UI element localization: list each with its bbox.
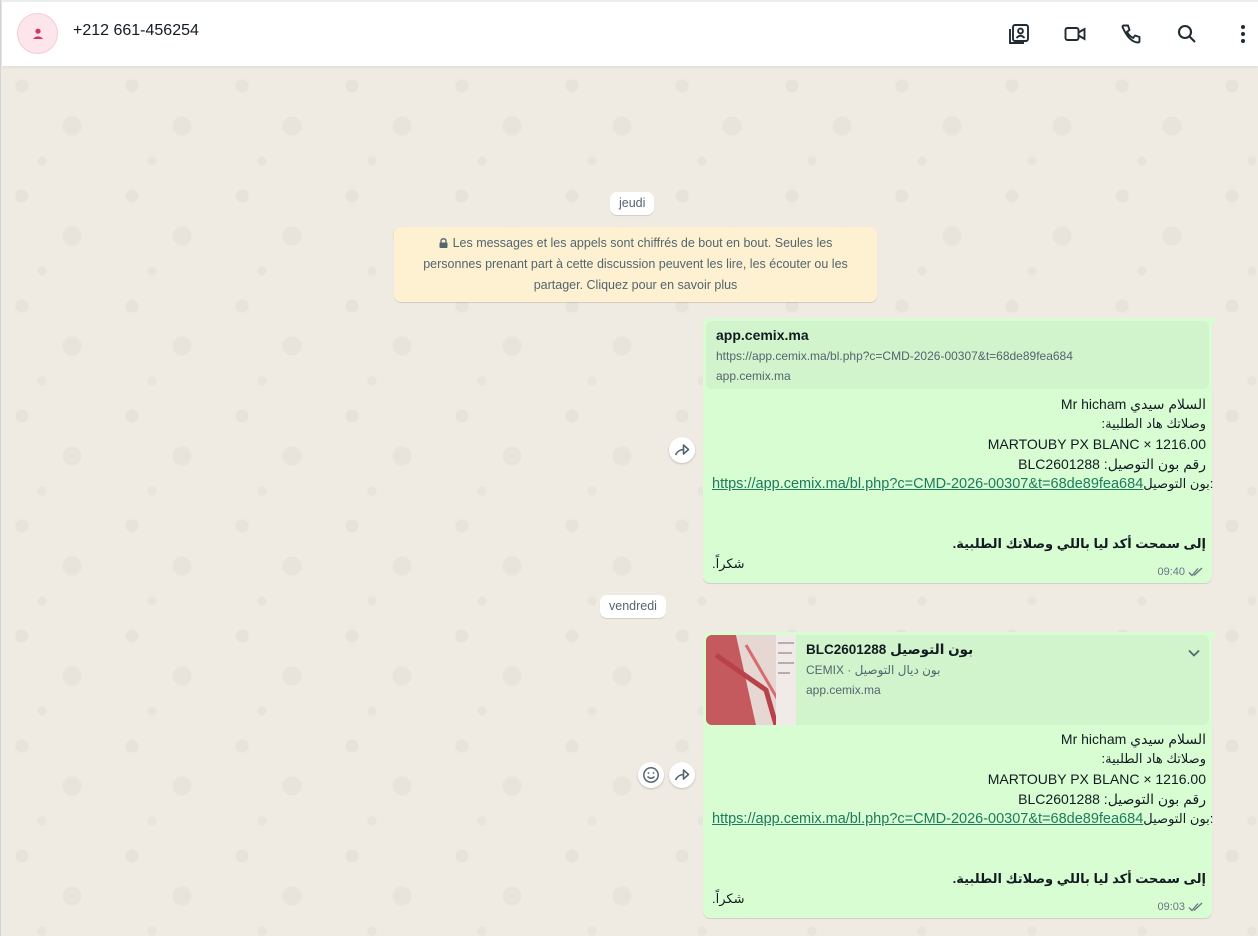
link-preview-domain: app.cemix.ma — [716, 369, 791, 383]
message-meta: 09:40 — [1157, 566, 1204, 578]
message-meta: 09:03 — [1157, 901, 1204, 913]
message-line-greeting: السلام سيدي Mr hicham — [1060, 731, 1206, 747]
link-preview-thumbnail — [706, 635, 796, 725]
link-preview-url: https://app.cemix.ma/bl.php?c=CMD-2026-0… — [716, 349, 1073, 363]
forward-icon — [674, 769, 690, 781]
message-line-thanks: شكراً. — [712, 891, 745, 906]
video-call-icon[interactable] — [1062, 21, 1088, 47]
lock-icon — [439, 234, 448, 248]
double-check-icon — [1188, 567, 1203, 577]
message-line-confirm: إلى سمحت أكد ليا باللي وصلاتك الطلبية. — [952, 536, 1206, 551]
emoji-icon — [643, 767, 659, 783]
message-line-product: MARTOUBY PX BLANC × 1216.00 — [987, 771, 1206, 787]
delivery-note-link[interactable]: https://app.cemix.ma/bl.php?c=CMD-2026-0… — [712, 811, 1143, 827]
message-line-greeting: السلام سيدي Mr hicham — [1060, 396, 1206, 412]
encryption-notice[interactable]: Les messages et les appels sont chiffrés… — [394, 227, 877, 302]
message-line-product: MARTOUBY PX BLANC × 1216.00 — [987, 436, 1206, 452]
bubble-tail — [1211, 318, 1219, 326]
message-time: 09:03 — [1157, 901, 1185, 913]
message-line-intro: وصلاتك هاد الطلبية: — [1101, 751, 1206, 766]
message-line-thanks: شكراً. — [712, 556, 745, 571]
outgoing-message[interactable]: بون التوصيل BLC2601288 بون ديال التوصيل … — [703, 632, 1219, 918]
link-preview-title: app.cemix.ma — [716, 327, 809, 343]
link-preview-title: بون التوصيل BLC2601288 — [806, 642, 974, 657]
message-line-bl-number: رقم بون التوصيل: BLC2601288 — [1018, 791, 1206, 807]
contacts-icon[interactable] — [1006, 21, 1032, 47]
chat-header: +212 661-456254 — [2, 0, 1258, 66]
link-preview-subtitle: بون ديال التوصيل · CEMIX — [806, 663, 941, 677]
link-label: بون التوصيل: — [1143, 476, 1214, 491]
outgoing-message[interactable]: app.cemix.ma https://app.cemix.ma/bl.php… — [703, 318, 1219, 583]
delivery-note-link[interactable]: https://app.cemix.ma/bl.php?c=CMD-2026-0… — [712, 476, 1143, 492]
forward-button[interactable] — [669, 762, 695, 788]
message-link-row: https://app.cemix.ma/bl.php?c=CMD-2026-0… — [712, 476, 1213, 492]
date-chip: vendredi — [600, 595, 666, 618]
message-line-confirm: إلى سمحت أكد ليا باللي وصلاتك الطلبية. — [952, 871, 1206, 886]
bubble-tail — [1211, 632, 1219, 640]
link-preview[interactable]: بون التوصيل BLC2601288 بون ديال التوصيل … — [706, 635, 1209, 725]
forward-button[interactable] — [669, 437, 695, 463]
message-line-bl-number: رقم بون التوصيل: BLC2601288 — [1018, 456, 1206, 472]
link-preview[interactable]: app.cemix.ma https://app.cemix.ma/bl.php… — [706, 321, 1209, 389]
forward-icon — [674, 444, 690, 456]
menu-icon[interactable] — [1230, 21, 1256, 47]
conversation-panel: jeudi Les messages et les appels sont ch… — [2, 66, 1258, 936]
message-line-intro: وصلاتك هاد الطلبية: — [1101, 416, 1206, 431]
message-link-row: https://app.cemix.ma/bl.php?c=CMD-2026-0… — [712, 811, 1213, 827]
link-label: بون التوصيل: — [1143, 811, 1214, 826]
person-icon — [32, 28, 43, 39]
double-check-icon — [1188, 902, 1203, 912]
message-time: 09:40 — [1157, 566, 1185, 578]
react-button[interactable] — [638, 762, 664, 788]
contact-name[interactable]: +212 661-456254 — [73, 22, 199, 40]
whatsapp-window: +212 661-456254 jeudi Les messages et le… — [0, 0, 1258, 936]
chevron-down-icon[interactable] — [1187, 645, 1201, 663]
avatar[interactable] — [17, 13, 58, 54]
voice-call-icon[interactable] — [1118, 21, 1144, 47]
search-icon[interactable] — [1174, 21, 1200, 47]
link-preview-domain: app.cemix.ma — [806, 683, 881, 697]
date-chip: jeudi — [610, 192, 655, 215]
encryption-notice-text: Les messages et les appels sont chiffrés… — [423, 236, 848, 292]
